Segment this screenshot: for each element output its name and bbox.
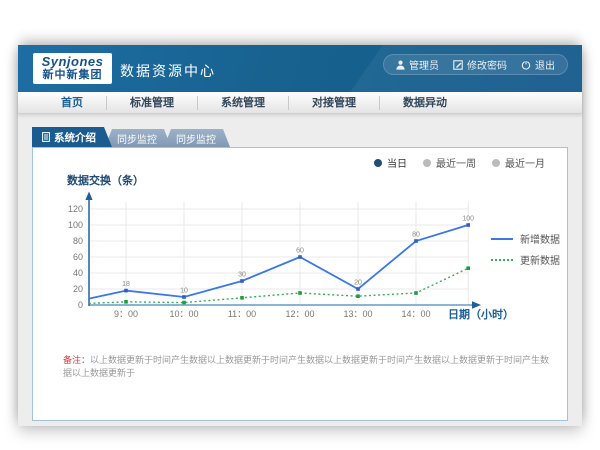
chart-legend: 新增数据 更新数据 (491, 228, 560, 270)
legend-label: 更新数据 (520, 252, 560, 267)
svg-text:日期（小时）: 日期（小时） (448, 307, 509, 321)
svg-text:100: 100 (462, 216, 474, 223)
legend-line-dotted-icon (491, 259, 513, 261)
tab-bar: 系统介绍 同步监控 同步监控 (32, 127, 230, 147)
logo-text-en: Synjones (33, 55, 112, 69)
tab-system-intro[interactable]: 系统介绍 (32, 127, 112, 147)
main-nav: 首页 标准管理 系统管理 对接管理 数据异动 (18, 92, 582, 114)
app-window: Synjones 新中新集团 数据资源中心 管理员 修改密码 (18, 45, 582, 426)
svg-text:100: 100 (68, 220, 83, 230)
tab-sync-monitor-2[interactable]: 同步监控 (164, 129, 230, 147)
svg-text:30: 30 (238, 272, 246, 279)
change-password-button[interactable]: 修改密码 (453, 57, 507, 72)
content-area: 系统介绍 同步监控 同步监控 当日 最近一周 (18, 114, 582, 426)
svg-text:18: 18 (122, 281, 130, 288)
radio-label: 最近一月 (505, 155, 545, 170)
radio-dot-icon (492, 159, 500, 167)
svg-text:13：00: 13：00 (343, 309, 372, 319)
svg-text:80: 80 (412, 232, 420, 239)
footnote-prefix: 备注： (63, 355, 90, 365)
logo[interactable]: Synjones 新中新集团 (33, 53, 112, 84)
chart-svg: 0 20 40 60 80 100 120 9：00 10：00 11：00 12：00 13：00 1… (49, 188, 509, 333)
edit-icon (453, 60, 463, 70)
logout-button[interactable]: 退出 (521, 57, 555, 72)
radio-last-week[interactable]: 最近一周 (423, 155, 476, 170)
footnote-text: 以上数据更新于时间产生数据以上数据更新于时间产生数据以上数据更新于时间产生数据以… (63, 355, 549, 378)
nav-item-home[interactable]: 首页 (38, 96, 107, 110)
legend-line-solid-icon (491, 238, 513, 240)
tab-label: 同步监控 (176, 131, 216, 146)
user-button-label: 管理员 (409, 57, 439, 72)
radio-dot-icon (423, 159, 431, 167)
svg-text:60: 60 (73, 252, 83, 262)
chart-panel: 当日 最近一周 最近一月 数据交换（条） 0 20 40 60 80 100 120 9：00… (32, 147, 568, 421)
tab-label: 系统介绍 (54, 130, 96, 145)
app-header: Synjones 新中新集团 数据资源中心 管理员 修改密码 (18, 45, 582, 92)
legend-item-new-data[interactable]: 新增数据 (491, 228, 560, 249)
svg-text:120: 120 (68, 204, 83, 214)
legend-label: 新增数据 (520, 231, 560, 246)
svg-text:9：00: 9：00 (114, 309, 138, 319)
svg-text:80: 80 (73, 236, 83, 246)
y-axis-title: 数据交换（条） (67, 172, 144, 188)
legend-item-update-data[interactable]: 更新数据 (491, 249, 560, 270)
svg-text:12：00: 12：00 (285, 309, 314, 319)
radio-dot-icon (374, 159, 382, 167)
page: { "header": { "logo_line1": "Synjones", … (0, 0, 600, 450)
tab-sync-monitor-1[interactable]: 同步监控 (105, 129, 171, 147)
range-selector: 当日 最近一周 最近一月 (374, 155, 545, 170)
svg-text:0: 0 (78, 300, 83, 310)
logout-button-label: 退出 (535, 57, 555, 72)
tab-label: 同步监控 (117, 131, 157, 146)
svg-text:40: 40 (73, 268, 83, 278)
header-actions: 管理员 修改密码 退出 (383, 54, 568, 75)
power-icon (521, 60, 531, 70)
nav-item-system-mgmt[interactable]: 系统管理 (198, 96, 289, 110)
svg-text:11：00: 11：00 (228, 309, 256, 319)
change-password-button-label: 修改密码 (467, 57, 507, 72)
nav-item-standard-mgmt[interactable]: 标准管理 (107, 96, 198, 110)
svg-text:20: 20 (73, 284, 83, 294)
document-icon (42, 132, 50, 142)
svg-text:10：00: 10：00 (169, 309, 198, 319)
radio-label: 当日 (387, 155, 407, 170)
svg-text:14：00: 14：00 (401, 309, 430, 319)
radio-last-month[interactable]: 最近一月 (492, 155, 545, 170)
logo-text-cn: 新中新集团 (33, 69, 112, 82)
nav-item-data-change[interactable]: 数据异动 (380, 96, 470, 110)
user-icon (396, 60, 405, 70)
radio-label: 最近一周 (436, 155, 476, 170)
svg-text:10: 10 (180, 288, 188, 295)
page-title: 数据资源中心 (120, 61, 216, 81)
footnote: 备注：以上数据更新于时间产生数据以上数据更新于时间产生数据以上数据更新于时间产生… (63, 354, 553, 380)
svg-text:20: 20 (354, 280, 362, 287)
svg-text:60: 60 (296, 248, 304, 255)
nav-item-interface-mgmt[interactable]: 对接管理 (289, 96, 380, 110)
user-button[interactable]: 管理员 (396, 57, 439, 72)
radio-today[interactable]: 当日 (374, 155, 407, 170)
